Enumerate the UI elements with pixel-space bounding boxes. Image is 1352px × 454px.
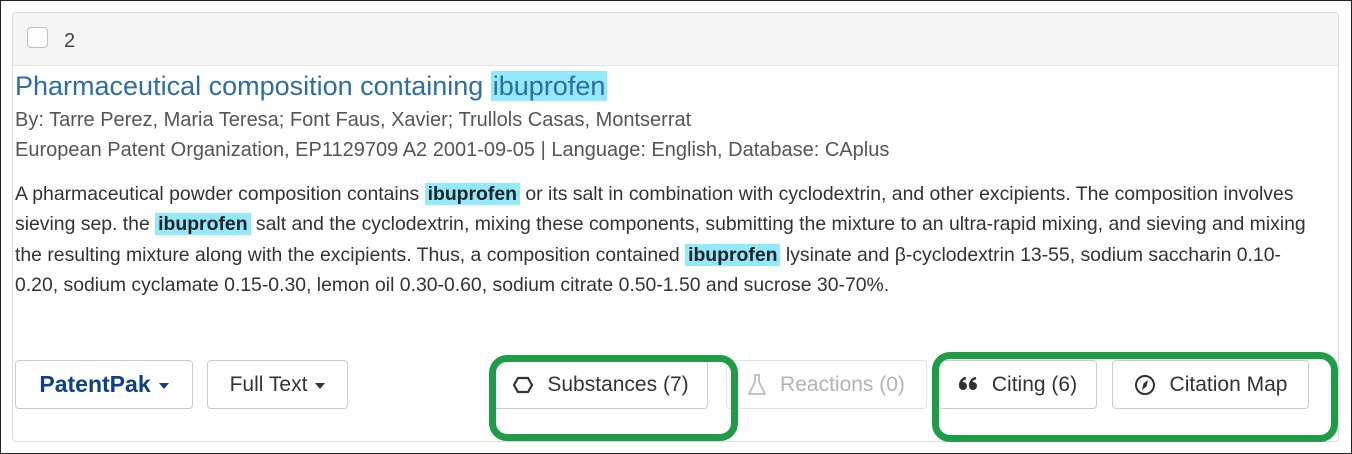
abstract-text: A pharmaceutical powder composition cont…	[15, 183, 425, 205]
full-text-dropdown-button[interactable]: Full Text	[207, 360, 348, 409]
annotation-highlight-substances	[489, 355, 738, 441]
result-publication-info: European Patent Organization, EP1129709 …	[15, 139, 890, 161]
title-search-highlight: ibuprofen	[490, 71, 608, 101]
abstract-search-highlight: ibuprofen	[685, 243, 781, 266]
flask-icon	[748, 373, 767, 396]
result-authors: By: Tarre Perez, Maria Teresa; Font Faus…	[15, 109, 692, 131]
caret-down-icon	[315, 382, 326, 389]
reactions-button[interactable]: Reactions (0)	[726, 360, 927, 409]
result-title-text: Pharmaceutical composition containing	[15, 71, 491, 101]
reactions-label: Reactions (0)	[780, 373, 905, 396]
patentpak-dropdown-button[interactable]: PatentPak	[15, 360, 193, 409]
result-title-link[interactable]: Pharmaceutical composition containing ib…	[15, 69, 608, 103]
abstract-search-highlight: ibuprofen	[424, 183, 520, 205]
abstract-search-highlight: ibuprofen	[155, 213, 251, 236]
annotation-highlight-citations	[932, 352, 1338, 442]
result-abstract: A pharmaceutical powder composition cont…	[15, 179, 1315, 300]
result-card-header: 2	[13, 13, 1338, 66]
caret-down-icon	[158, 382, 169, 389]
patentpak-label: PatentPak	[39, 371, 151, 397]
result-number: 2	[64, 30, 76, 52]
full-text-label: Full Text	[229, 373, 308, 396]
select-result-checkbox[interactable]	[27, 27, 48, 48]
